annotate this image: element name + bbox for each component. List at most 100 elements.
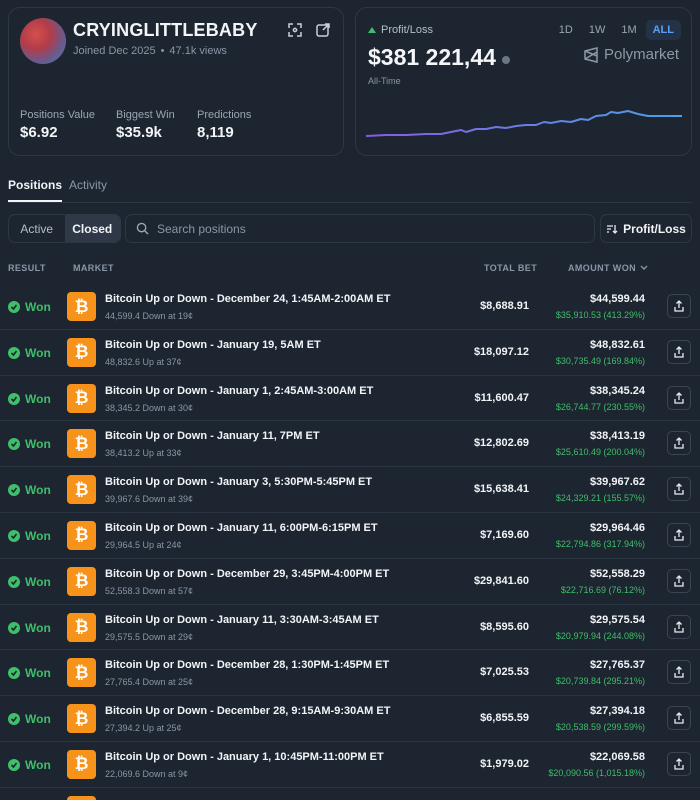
- bitcoin-icon: ₿: [67, 612, 96, 642]
- share-button[interactable]: [667, 339, 691, 364]
- search-input[interactable]: [157, 221, 577, 236]
- polymarket-brand: Polymarket: [584, 46, 679, 63]
- search-icon: [136, 222, 149, 235]
- total-bet: $7,025.53: [480, 666, 529, 679]
- market-title[interactable]: Bitcoin Up or Down - December 28, 9:15AM…: [105, 705, 390, 717]
- share-button[interactable]: [667, 660, 691, 685]
- table-row[interactable]: Won ₿ Bitcoin Up or Down - January 19, 5AM…: [0, 330, 700, 376]
- result-label: Won: [25, 528, 51, 543]
- pnl-value: $381 221,44: [368, 44, 510, 71]
- avatar: [20, 18, 66, 64]
- pnl-sparkline: [366, 110, 682, 137]
- sort-profit-loss-button[interactable]: Profit/Loss: [600, 214, 692, 243]
- profit-amount: $25,610.49 (200.04%): [555, 447, 645, 458]
- market-title[interactable]: Bitcoin Up or Down - December 28, 1:30PM…: [105, 659, 389, 671]
- info-icon[interactable]: [501, 55, 510, 64]
- header-total-bet[interactable]: TOTAL BET: [484, 263, 537, 273]
- market-title[interactable]: Bitcoin Up or Down - January 19, 5AM ET: [105, 339, 321, 351]
- filter-active-button[interactable]: Active: [9, 215, 65, 242]
- result-badge: Won: [8, 529, 51, 543]
- bitcoin-icon: ₿: [67, 795, 96, 800]
- table-row[interactable]: Won ₿ Bitcoin Up or Down - December 29, 3:…: [0, 559, 700, 605]
- market-title[interactable]: Bitcoin Up or Down - January 11, 3:30AM-…: [105, 614, 379, 626]
- share-icon: [673, 529, 685, 541]
- result-label: Won: [25, 345, 51, 360]
- amount-won: $48,832.61: [589, 338, 645, 351]
- check-icon: [8, 621, 20, 634]
- range-1d[interactable]: 1D: [552, 20, 580, 40]
- tab-activity[interactable]: Activity: [69, 178, 107, 200]
- table-row[interactable]: ₿: [0, 788, 700, 800]
- table-row[interactable]: Won ₿ Bitcoin Up or Down - January 11, 7PM…: [0, 421, 700, 468]
- total-bet: $7,169.60: [480, 528, 529, 541]
- result-label: Won: [25, 666, 51, 681]
- profit-amount: $20,090.56 (1,015.18%): [548, 767, 645, 778]
- share-icon: [673, 437, 685, 450]
- share-button[interactable]: [667, 751, 691, 776]
- result-badge: Won: [8, 300, 51, 314]
- share-button[interactable]: [667, 706, 691, 731]
- table-row[interactable]: Won ₿ Bitcoin Up or Down - December 28, 1:…: [0, 650, 700, 697]
- total-bet: $11,600.47: [474, 391, 529, 404]
- market-title[interactable]: Bitcoin Up or Down - December 29, 3:45PM…: [105, 568, 389, 580]
- market-title[interactable]: Bitcoin Up or Down - January 11, 7PM ET: [105, 430, 320, 442]
- check-icon: [8, 301, 20, 313]
- header-market: MARKET: [73, 263, 114, 273]
- share-button[interactable]: [667, 431, 691, 456]
- table-row[interactable]: Won ₿ Bitcoin Up or Down - January 1, 2:45…: [0, 376, 700, 422]
- check-icon: [8, 713, 20, 726]
- search-box: [125, 214, 595, 243]
- table-row[interactable]: Won ₿ Bitcoin Up or Down - January 11, 6:0…: [0, 513, 700, 559]
- bitcoin-icon: ₿: [67, 749, 96, 779]
- table-row[interactable]: Won ₿ Bitcoin Up or Down - January 11, 3:3…: [0, 605, 700, 651]
- market-shares: 29,575.5 Down at 29¢: [105, 631, 194, 642]
- result-badge: Won: [8, 346, 51, 360]
- total-bet: $8,688.91: [480, 300, 529, 312]
- share-button[interactable]: [667, 614, 691, 639]
- table-row[interactable]: Won ₿ Bitcoin Up or Down - December 24, 1:…: [0, 284, 700, 330]
- share-button[interactable]: [667, 294, 691, 318]
- tab-positions[interactable]: Positions: [8, 178, 63, 202]
- market-title[interactable]: Bitcoin Up or Down - January 3, 5:30PM-5…: [105, 476, 372, 488]
- table-row[interactable]: Won ₿ Bitcoin Up or Down - December 28, 9:…: [0, 696, 700, 742]
- profit-amount: $30,735.49 (169.84%): [555, 355, 645, 366]
- share-button[interactable]: [667, 477, 691, 502]
- share-icon: [673, 712, 685, 724]
- range-1w[interactable]: 1W: [582, 20, 613, 40]
- result-label: Won: [25, 712, 51, 727]
- table-row[interactable]: Won ₿ Bitcoin Up or Down - January 1, 10:4…: [0, 742, 700, 788]
- range-1m[interactable]: 1M: [614, 20, 643, 40]
- bitcoin-icon: ₿: [67, 475, 96, 505]
- filter-closed-button[interactable]: Closed: [64, 215, 120, 242]
- share-button[interactable]: [667, 568, 691, 593]
- share-button[interactable]: [667, 385, 691, 410]
- share-icon: [673, 483, 685, 495]
- range-all[interactable]: ALL: [645, 20, 681, 40]
- result-label: Won: [25, 620, 51, 635]
- amount-won: $44,599.44: [589, 293, 645, 305]
- external-link-icon[interactable]: [315, 22, 331, 38]
- result-label: Won: [25, 574, 51, 589]
- market-title[interactable]: Bitcoin Up or Down - December 24, 1:45AM…: [105, 293, 390, 305]
- amount-won: $27,394.18: [589, 705, 645, 718]
- check-icon: [8, 529, 20, 542]
- header-amount-won[interactable]: AMOUNT WON: [568, 263, 648, 273]
- profile-tabs: Positions Activity: [8, 172, 692, 203]
- market-title[interactable]: Bitcoin Up or Down - January 1, 2:45AM-3…: [105, 385, 373, 397]
- stat-value: $6.92: [20, 124, 58, 141]
- profit-amount: $20,739.84 (295.21%): [555, 676, 645, 687]
- view-count: 47.1k views: [169, 45, 227, 57]
- check-icon: [8, 667, 20, 680]
- bitcoin-icon: ₿: [67, 429, 96, 459]
- table-row[interactable]: Won ₿ Bitcoin Up or Down - January 3, 5:30…: [0, 467, 700, 513]
- total-bet: $8,595.60: [480, 620, 529, 633]
- pnl-amount: $381 221,44: [368, 44, 496, 70]
- profile-meta: Joined Dec 2025 • 47.1k views: [73, 45, 227, 57]
- share-button[interactable]: [667, 522, 691, 547]
- market-title[interactable]: Bitcoin Up or Down - January 1, 10:45PM-…: [105, 751, 384, 763]
- market-title[interactable]: Bitcoin Up or Down - January 11, 6:00PM-…: [105, 522, 378, 534]
- check-icon: [8, 575, 20, 588]
- expand-icon[interactable]: [287, 22, 303, 38]
- amount-won: $38,413.19: [589, 430, 645, 443]
- stat-label: Biggest Win: [116, 109, 175, 121]
